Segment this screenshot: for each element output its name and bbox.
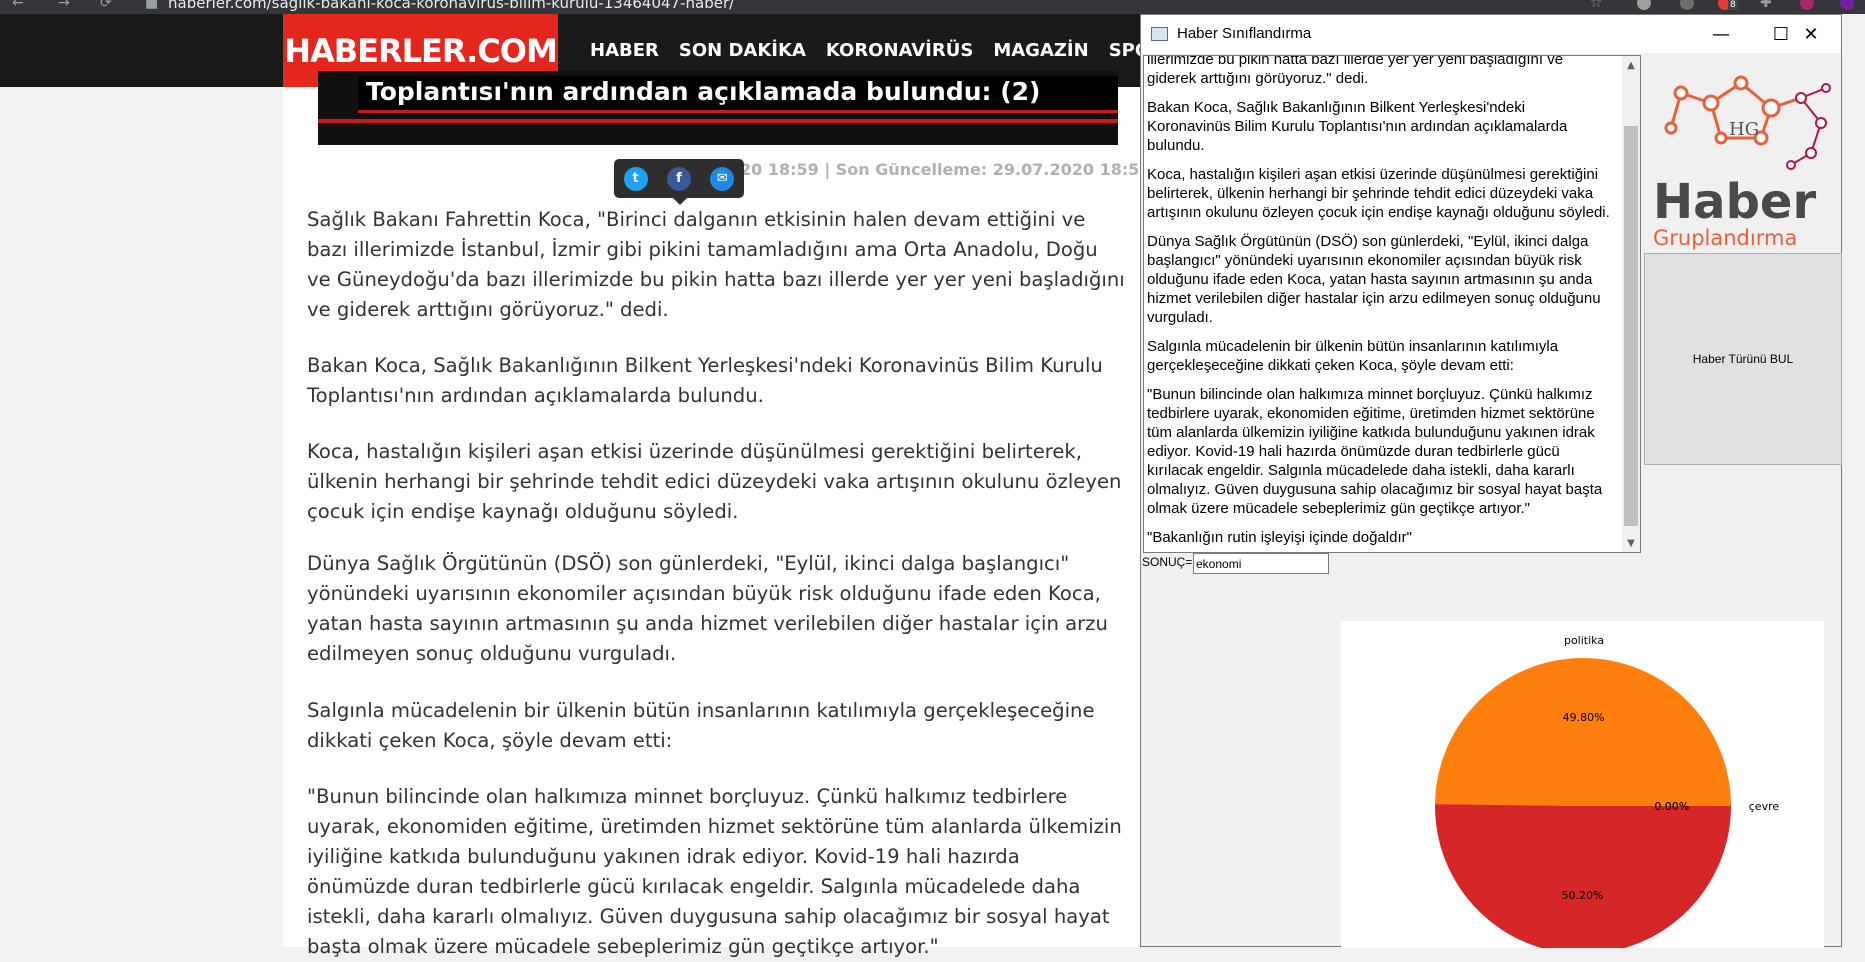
- result-label: SONUÇ=: [1142, 555, 1193, 569]
- hero-caption: Toplantısı'nın ardından açıklamada bulun…: [366, 77, 1041, 106]
- extension-icon[interactable]: [1637, 0, 1651, 10]
- article-paragraph: Koca, hastalığın kişileri aşan etkisi üz…: [307, 440, 1122, 523]
- nav-item-magazin[interactable]: MAGAZİN: [993, 40, 1088, 61]
- close-icon[interactable]: ✕: [1781, 15, 1841, 53]
- text-paragraph: Dünya Sağlık Örgütünün (DSÖ) son günlerd…: [1147, 233, 1601, 326]
- window-title: Haber Sınıflandırma: [1177, 25, 1312, 42]
- lock-icon: ■: [145, 0, 159, 11]
- facebook-share-icon[interactable]: f: [666, 166, 691, 191]
- pie-slice: [1435, 804, 1731, 954]
- pie-percent-label: 49.80%: [1563, 711, 1605, 724]
- notification-badge: 8: [1728, 0, 1738, 10]
- text-paragraph: "Bakanlığın rutin işleyişi içinde doğald…: [1147, 529, 1412, 546]
- article-dates: 20 18:59 | Son Güncelleme: 29.07.2020 18…: [740, 160, 1151, 179]
- back-icon[interactable]: ←: [12, 0, 24, 11]
- article-paragraph: Salgınla mücadelenin bir ülkenin bütün i…: [307, 699, 1095, 752]
- text-paragraph: "Bunun bilincinde olan halkımıza minnet …: [1147, 386, 1603, 517]
- address-bar[interactable]: haberler.com/saglik-bakani-koca-koronavi…: [168, 0, 734, 12]
- window-titlebar: Haber Sınıflandırma — ☐ ✕: [1141, 15, 1841, 53]
- reload-icon[interactable]: ⟳: [100, 0, 112, 11]
- browser-toolbar: ← → ⟳ ■ haberler.com/saglik-bakani-koca-…: [0, 0, 1865, 14]
- pie-category-label: çevre: [1749, 800, 1780, 813]
- article-paragraph: "Bunun bilincinde olan halkımıza minnet …: [307, 785, 1122, 958]
- scroll-down-icon[interactable]: ▼: [1622, 534, 1640, 552]
- scroll-up-icon[interactable]: ▲: [1622, 56, 1640, 74]
- article-paragraph: Dünya Sağlık Örgütünün (DSÖ) son günlerd…: [307, 552, 1108, 665]
- app-icon: [1151, 27, 1168, 41]
- logo-monogram: HG: [1729, 119, 1759, 140]
- nav-item-son-dakika[interactable]: SON DAKİKA: [679, 40, 806, 61]
- puzzle-icon[interactable]: ✚: [1760, 0, 1772, 11]
- bookmark-star-icon[interactable]: ☆: [1590, 0, 1603, 11]
- text-paragraph: Bakan Koca, Sağlık Bakanlığının Bilkent …: [1147, 99, 1568, 154]
- text-paragraph: Koca, hastalığın kişileri aşan etkisi üz…: [1147, 166, 1610, 221]
- logo-title: Haber: [1653, 174, 1816, 230]
- text-paragraph: illerimizde bu pikin hatta bazı illerde …: [1147, 55, 1564, 87]
- haber-gruplandirma-logo: HG Haber Gruplandırma: [1653, 75, 1831, 250]
- nav-item-haber[interactable]: HABER: [590, 40, 659, 61]
- pie-chart: 49.80% politika 50.20% 0.00% çevre 0.00%: [1341, 621, 1824, 954]
- find-news-type-button[interactable]: Haber Türünü BUL: [1644, 253, 1842, 465]
- pie-percent-label: 50.20%: [1561, 889, 1603, 902]
- avatar[interactable]: [1840, 0, 1854, 10]
- article-paragraph: Sağlık Bakanı Fahrettin Koca, "Birinci d…: [307, 208, 1125, 321]
- article-paragraph: Bakan Koca, Sağlık Bakanlığının Bilkent …: [307, 354, 1103, 407]
- pie-chart-svg: 49.80%politika50.20%0.00% çevre0.00%: [1435, 634, 1780, 954]
- profile-icon[interactable]: [1800, 0, 1814, 10]
- logo-subtitle: Gruplandırma: [1653, 226, 1797, 250]
- hero-image: Toplantısı'nın ardından açıklamada bulun…: [318, 71, 1118, 145]
- twitter-share-icon[interactable]: t: [623, 166, 648, 191]
- text-paragraph: Salgınla mücadelenin bir ülkenin bütün i…: [1147, 338, 1559, 374]
- extension-icon[interactable]: [1680, 0, 1694, 10]
- pie-category-label: politika: [1564, 634, 1604, 647]
- nav-item-koronavirus[interactable]: KORONAVİRÜS: [826, 40, 973, 61]
- news-text-area[interactable]: illerimizde bu pikin hatta bazı illerde …: [1143, 55, 1641, 553]
- classifier-window: Haber Sınıflandırma — ☐ ✕ illerimizde bu…: [1140, 14, 1842, 954]
- result-field[interactable]: ekonomi: [1193, 553, 1329, 574]
- scroll-thumb[interactable]: [1624, 126, 1638, 526]
- minimize-icon[interactable]: —: [1691, 15, 1751, 53]
- share-toolbar: t f ✉: [614, 159, 744, 205]
- forward-icon[interactable]: →: [58, 0, 70, 11]
- pie-percent-label: 0.00%: [1654, 800, 1689, 813]
- pie-slice: [1435, 657, 1731, 806]
- email-share-icon[interactable]: ✉: [710, 166, 735, 191]
- scrollbar[interactable]: ▲ ▼: [1622, 56, 1640, 552]
